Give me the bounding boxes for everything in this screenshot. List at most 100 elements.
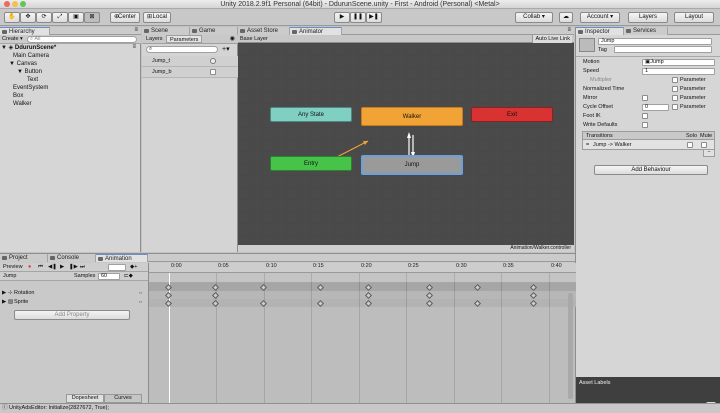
add-event-icon[interactable]: ⊏◆	[124, 273, 133, 279]
pause-button[interactable]: ❚❚	[350, 12, 366, 23]
create-dropdown[interactable]: Create ▾	[2, 36, 24, 43]
bool-checkbox[interactable]	[210, 69, 216, 75]
eye-icon[interactable]: ◉	[230, 35, 235, 42]
time-ruler[interactable]: 0:00 0:05 0:10 0:15 0:20 0:25 0:30 0:35 …	[149, 263, 576, 273]
add-behaviour-button[interactable]: Add Behaviour	[594, 165, 708, 175]
prev-key-icon[interactable]: ◀❚	[48, 264, 57, 270]
panel-menu-icon[interactable]: ≡	[567, 27, 571, 33]
remove-transition-button[interactable]: –	[703, 150, 715, 157]
parameter-row-jump-t[interactable]: Jump_t	[142, 56, 238, 67]
close-window-button[interactable]	[4, 1, 10, 7]
write-defaults-checkbox[interactable]	[642, 122, 648, 128]
scale-tool-button[interactable]: ⤢	[52, 12, 68, 23]
samples-field[interactable]: 60	[98, 273, 120, 280]
expand-arrow-icon[interactable]: ▶	[2, 290, 6, 296]
zoom-window-button[interactable]	[20, 1, 26, 7]
status-text[interactable]: UnityAdsEditor: Initialize(2827672, True…	[9, 405, 109, 411]
cycle-offset-parameter-checkbox[interactable]	[672, 104, 678, 110]
mirror-parameter-checkbox[interactable]	[672, 95, 678, 101]
scene-root-row[interactable]: ▼ ◈ DdurunScene*	[1, 44, 56, 52]
foot-ik-checkbox[interactable]	[642, 113, 648, 119]
tab-console[interactable]: Console	[48, 254, 96, 262]
tab-scene[interactable]: Scene	[142, 27, 190, 35]
transition-mute-checkbox[interactable]	[701, 142, 707, 148]
parameter-row-jump-b[interactable]: Jump_b	[142, 67, 238, 78]
multiplier-parameter-checkbox[interactable]	[672, 77, 678, 83]
first-key-icon[interactable]: ⏮	[38, 264, 43, 271]
property-row-sprite[interactable]: ▶ ▨ Sprite ⇔	[0, 298, 148, 307]
cloud-button[interactable]: ☁	[559, 12, 573, 23]
curves-tab[interactable]: Curves	[104, 394, 142, 403]
hierarchy-item-walker[interactable]: Walker	[13, 100, 31, 108]
state-exit[interactable]: Exit	[471, 107, 553, 122]
panel-menu-icon[interactable]: ≡	[134, 27, 138, 33]
hierarchy-item-box[interactable]: Box	[13, 92, 23, 100]
pivot-center-toggle[interactable]: ⊕ Center	[110, 12, 140, 23]
dopesheet-area[interactable]: 0:00 0:05 0:10 0:15 0:20 0:25 0:30 0:35 …	[148, 263, 576, 404]
speed-field[interactable]: 1	[642, 68, 715, 75]
tab-parameters[interactable]: Parameters	[166, 35, 203, 43]
last-key-icon[interactable]: ⏭	[80, 264, 85, 271]
move-tool-button[interactable]: ✥	[20, 12, 36, 23]
hierarchy-item-text[interactable]: Text	[27, 76, 38, 84]
tab-layers[interactable]: Layers	[146, 36, 163, 42]
state-entry[interactable]: Entry	[270, 156, 352, 171]
transition-row[interactable]: = Jump -> Walker	[582, 140, 715, 150]
account-dropdown[interactable]: Account ▾	[580, 12, 620, 23]
state-any-state[interactable]: Any State	[270, 107, 352, 122]
minimize-window-button[interactable]	[12, 1, 18, 7]
clip-dropdown[interactable]: Jump	[3, 273, 16, 279]
tab-hierarchy[interactable]: Hierarchy	[0, 27, 50, 35]
cycle-offset-field[interactable]: 0	[642, 104, 669, 111]
breadcrumb-base-layer[interactable]: Base Layer	[240, 35, 268, 43]
animator-graph[interactable]: Base Layer Auto Live Link Any State Walk…	[238, 35, 574, 252]
hierarchy-item-button[interactable]: ▼ Button	[17, 68, 42, 76]
collab-dropdown[interactable]: Collab ▾	[515, 12, 553, 23]
add-keyframe-icon[interactable]: ◆+	[130, 264, 137, 270]
tab-animation[interactable]: Animation	[96, 254, 148, 262]
dopesheet-tab[interactable]: Dopesheet	[66, 394, 104, 403]
property-row-rotation[interactable]: ▶ ⊹ Rotation ⇔	[0, 289, 148, 298]
scene-menu-icon[interactable]: ≡	[132, 44, 136, 50]
mirror-checkbox[interactable]	[642, 95, 648, 101]
hierarchy-search-input[interactable]: ⌕ All	[27, 36, 137, 43]
state-name-field[interactable]: Jump	[598, 38, 712, 45]
tab-project[interactable]: Project	[0, 254, 48, 262]
tab-asset-store[interactable]: Asset Store	[238, 27, 290, 35]
step-button[interactable]: ▶❚	[366, 12, 382, 23]
layers-dropdown[interactable]: Layers	[628, 12, 668, 23]
next-key-icon[interactable]: ❚▶	[69, 264, 78, 270]
frame-field[interactable]	[108, 264, 126, 271]
property-options-icon[interactable]: ⇔	[138, 299, 144, 305]
transition-solo-checkbox[interactable]	[687, 142, 693, 148]
parameter-search-input[interactable]: ⌕	[146, 46, 218, 53]
tab-services[interactable]: Services	[624, 27, 668, 35]
add-parameter-icon[interactable]: +▾	[222, 45, 230, 53]
hierarchy-item-main-camera[interactable]: Main Camera	[13, 52, 49, 60]
expand-arrow-icon[interactable]: ▶	[2, 299, 6, 305]
layout-dropdown[interactable]: Layout	[674, 12, 714, 23]
play-button[interactable]: ▶	[334, 12, 350, 23]
play-anim-icon[interactable]: ▶	[60, 264, 64, 270]
event-track[interactable]	[149, 273, 576, 283]
tab-animator[interactable]: Animator	[290, 27, 342, 35]
transform-tool-button[interactable]: ⊠	[84, 12, 100, 23]
state-walker[interactable]: Walker	[361, 107, 463, 126]
property-options-icon[interactable]: ⇔	[138, 290, 144, 296]
vertical-scrollbar[interactable]	[568, 293, 573, 399]
state-jump[interactable]: Jump	[361, 155, 463, 175]
pivot-local-toggle[interactable]: ⊞ Local	[143, 12, 171, 23]
auto-live-link-toggle[interactable]: Auto Live Link	[532, 35, 572, 43]
rotate-tool-button[interactable]: ⟳	[36, 12, 52, 23]
hand-tool-button[interactable]: ✋	[4, 12, 20, 23]
rect-tool-button[interactable]: ▣	[68, 12, 84, 23]
tab-inspector[interactable]: Inspector	[576, 27, 624, 35]
trigger-radio[interactable]	[210, 58, 216, 64]
record-icon[interactable]: ●	[28, 264, 31, 270]
preview-toggle[interactable]: Preview	[3, 264, 23, 270]
motion-field[interactable]: ▣Jump	[642, 59, 715, 66]
tag-field[interactable]	[614, 46, 712, 53]
hierarchy-item-canvas[interactable]: ▼ Canvas	[9, 60, 37, 68]
tab-game[interactable]: Game	[190, 27, 238, 35]
transition-drag-handle-icon[interactable]: =	[586, 142, 589, 148]
